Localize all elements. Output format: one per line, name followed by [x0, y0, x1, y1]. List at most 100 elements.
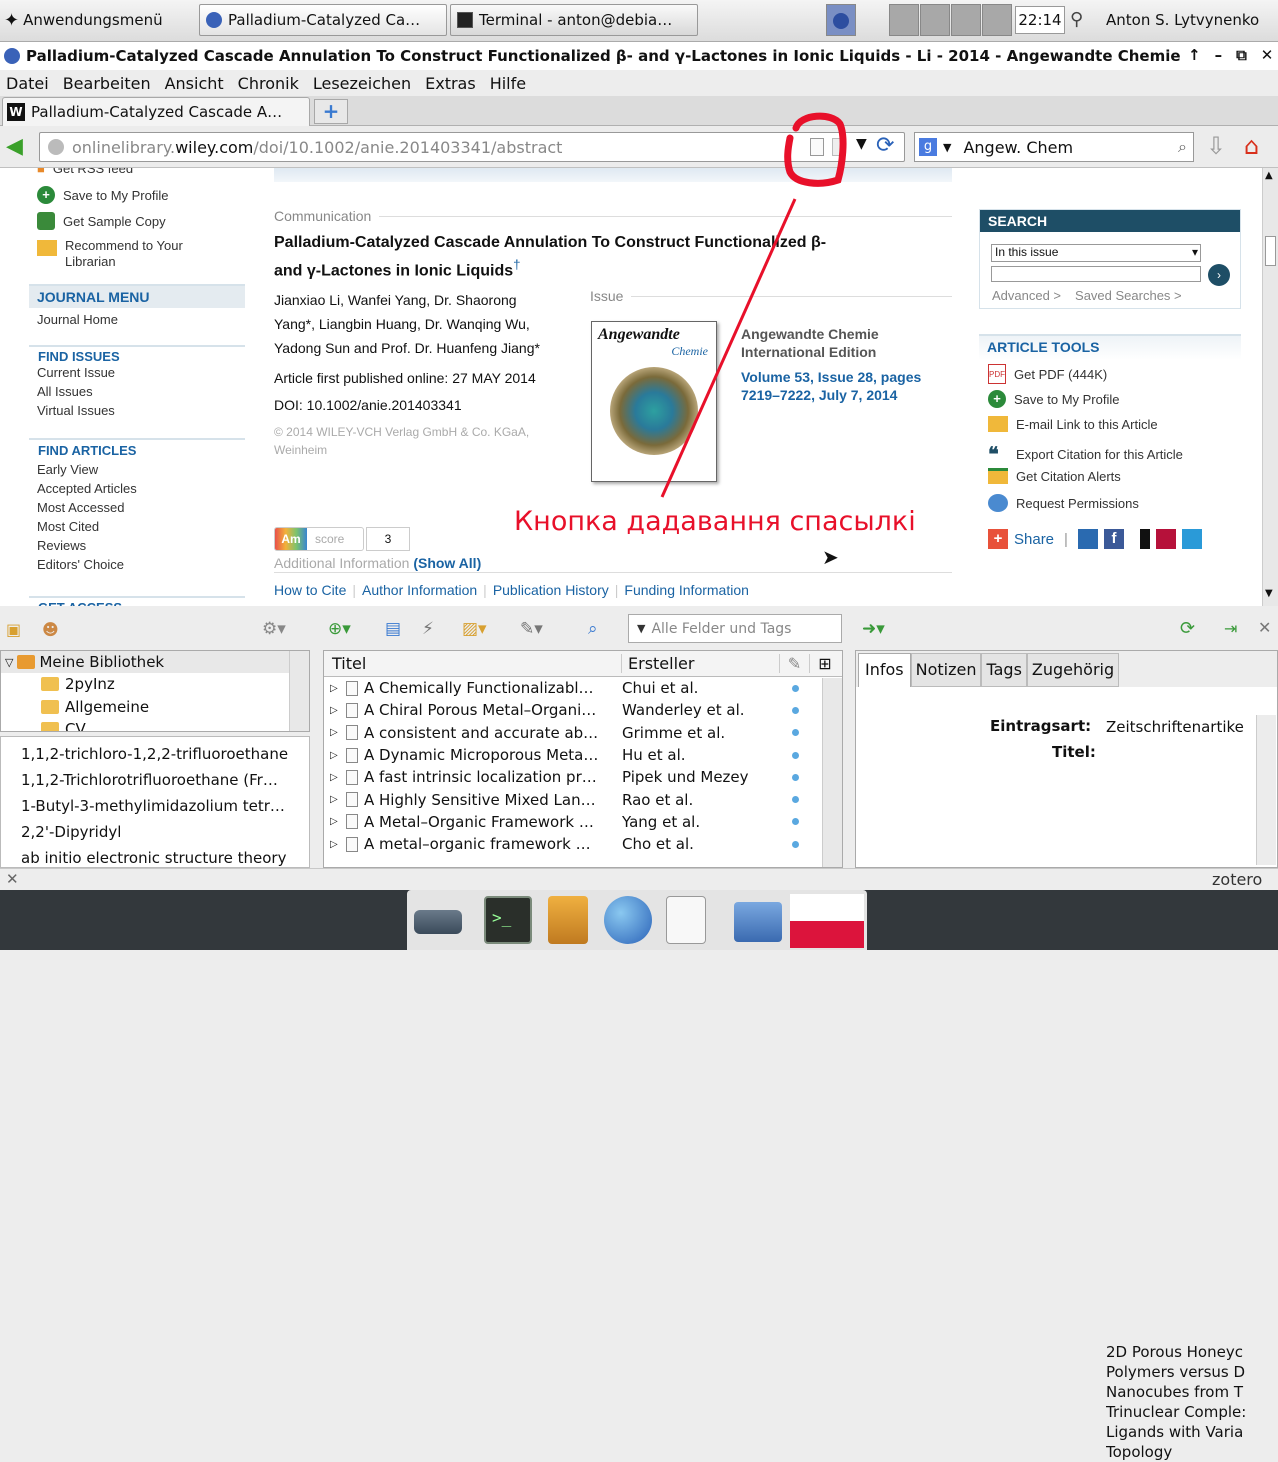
tool-get-pdf[interactable]: PDF Get PDF (444K) [988, 364, 1107, 384]
share-email-icon[interactable] [1077, 529, 1098, 549]
zotero-brand[interactable]: zotero [1212, 870, 1262, 889]
terminal-icon[interactable]: >_ [484, 896, 532, 944]
workspace-5[interactable] [982, 4, 1012, 36]
collection-row[interactable]: Allgemeine [1, 696, 309, 718]
most-cited-link[interactable]: Most Cited [29, 517, 245, 536]
attachment-dot-icon[interactable] [792, 729, 799, 737]
facebook-icon[interactable]: f [1103, 529, 1124, 549]
expand-triangle-icon[interactable]: ▷ [330, 839, 340, 850]
editors-choice-link[interactable]: Editors' Choice [29, 555, 245, 574]
download-icon[interactable]: ⇩ [1206, 132, 1226, 160]
tool-citation-alerts[interactable]: Get Citation Alerts [988, 468, 1121, 484]
page-scrollbar[interactable]: ▲ ▼ [1262, 168, 1278, 606]
workspace-4[interactable] [951, 4, 981, 36]
new-tab-button[interactable]: + [314, 99, 348, 124]
taskbar-window-browser[interactable]: Palladium-Catalyzed Ca… [199, 4, 447, 36]
delicious-icon[interactable] [1129, 529, 1150, 549]
shade-button[interactable]: ↑ [1188, 46, 1201, 64]
tag-item[interactable]: 1,1,2-Trichlorotrifluoroethane (Fr… [1, 767, 309, 793]
new-item-icon[interactable]: ⊕▾ [328, 619, 351, 639]
collection-row[interactable]: 2pyInz [1, 673, 309, 695]
dropdown-arrow-icon[interactable]: ▼ [856, 136, 867, 152]
journal-home-link[interactable]: Journal Home [29, 308, 245, 331]
menu-ansicht[interactable]: Ansicht [165, 74, 224, 93]
folder-icon[interactable] [734, 902, 782, 942]
desktop-icon[interactable] [414, 910, 462, 934]
home-icon[interactable]: ⌂ [1244, 132, 1259, 160]
attachment-icon[interactable]: ✎▾ [520, 619, 543, 639]
attachment-column-icon[interactable]: ✎ [780, 654, 810, 673]
tool-save-profile[interactable]: + Save to My Profile [988, 390, 1120, 408]
network-icon[interactable]: ⚲ [1070, 9, 1083, 30]
add-by-identifier-icon[interactable]: ▤ [385, 619, 401, 639]
locate-icon[interactable]: ➜▾ [862, 619, 885, 639]
menu-lesezeichen[interactable]: Lesezeichen [313, 74, 411, 93]
expand-triangle-icon[interactable]: ▷ [330, 750, 340, 761]
tool-request-permissions[interactable]: Request Permissions [988, 494, 1139, 512]
menu-chronik[interactable]: Chronik [238, 74, 299, 93]
scroll-down-icon[interactable]: ▼ [1265, 588, 1273, 599]
publication-history-link[interactable]: Publication History [493, 582, 609, 598]
item-scrollbar[interactable] [1256, 715, 1276, 865]
attachment-dot-icon[interactable] [792, 840, 799, 848]
back-arrow-icon[interactable]: ◀ [6, 134, 23, 159]
zotero-search-input[interactable]: ▼ Alle Felder und Tags [628, 614, 842, 643]
item-row[interactable]: ▷ A Dynamic Microporous Meta… Hu et al. [324, 744, 842, 766]
sidebar-item-save[interactable]: + Save to My Profile [37, 186, 169, 204]
close-button[interactable]: ✕ [1261, 46, 1274, 64]
item-row[interactable]: ▷ A Chiral Porous Metal–Organi… Wanderley … [324, 699, 842, 721]
search-go-button[interactable]: › [1208, 264, 1230, 286]
expand-triangle-icon[interactable]: ▷ [330, 727, 340, 738]
keyboard-layout-flag-icon[interactable] [790, 894, 864, 948]
tag-item[interactable]: 1,1,2-trichloro-1,2,2-trifluoroethane [1, 741, 309, 767]
item-row[interactable]: ▷ A Chemically Functionalizabl… Chui et al… [324, 677, 842, 699]
attachment-dot-icon[interactable] [792, 818, 799, 826]
altmetric-badge[interactable]: Am score [274, 527, 364, 551]
file-cabinet-icon[interactable] [548, 896, 588, 944]
tab-infos[interactable]: Infos [858, 653, 911, 687]
tag-item[interactable]: 1-Butyl-3-methylimidazolium tetr… [1, 793, 309, 819]
app-menu-button[interactable]: ✦ Anwendungsmenü [4, 6, 163, 34]
tool-export-citation[interactable]: ❝ Export Citation for this Article [988, 442, 1183, 467]
fullscreen-icon[interactable]: ⇥ [1224, 619, 1237, 638]
menu-datei[interactable]: Datei [6, 74, 49, 93]
maximize-button[interactable]: ⧉ [1236, 46, 1247, 64]
attachment-dot-icon[interactable] [792, 796, 799, 804]
advanced-search-icon[interactable]: ⌕ [588, 619, 598, 639]
column-creator[interactable]: Ersteller [622, 654, 780, 673]
early-view-link[interactable]: Early View [29, 460, 245, 479]
advanced-search-link[interactable]: Advanced > [992, 288, 1061, 303]
actions-gear-icon[interactable]: ⚙▾ [262, 619, 286, 639]
expand-triangle-icon[interactable]: ▷ [330, 683, 340, 694]
taskbar-window-terminal[interactable]: Terminal - anton@debia… [450, 4, 698, 36]
workspace-3[interactable] [920, 4, 950, 36]
tab-tags[interactable]: Tags [981, 653, 1027, 687]
author-info-link[interactable]: Author Information [362, 582, 477, 598]
current-issue-link[interactable]: Current Issue [29, 364, 245, 381]
attachment-dot-icon[interactable] [792, 773, 799, 781]
menu-bearbeiten[interactable]: Bearbeiten [63, 74, 151, 93]
expand-triangle-icon[interactable]: ▷ [330, 816, 340, 827]
most-accessed-link[interactable]: Most Accessed [29, 498, 245, 517]
minimize-button[interactable]: – [1215, 46, 1223, 64]
all-issues-link[interactable]: All Issues [29, 381, 245, 402]
twitter-icon[interactable] [1181, 529, 1202, 549]
scroll-up-icon[interactable]: ▲ [1265, 170, 1273, 181]
accepted-articles-link[interactable]: Accepted Articles [29, 479, 245, 498]
reviews-link[interactable]: Reviews [29, 536, 245, 555]
sidebar-item-recommend[interactable]: Recommend to Your Librarian [37, 238, 183, 270]
menu-extras[interactable]: Extras [425, 74, 476, 93]
workspace-1[interactable] [826, 4, 856, 36]
sidebar-item-sample[interactable]: Get Sample Copy [37, 212, 166, 230]
funding-info-link[interactable]: Funding Information [624, 582, 749, 598]
info-type-value[interactable]: Zeitschriftenartike [1106, 718, 1256, 736]
column-picker-icon[interactable]: ⊞ [810, 654, 840, 673]
tab-active[interactable]: W Palladium-Catalyzed Cascade A… [2, 97, 310, 126]
info-title-value[interactable]: 2D Porous Honeyc Polymers versus D Nanoc… [1106, 1342, 1256, 1462]
share-plus-icon[interactable]: + [988, 529, 1008, 549]
collections-scrollbar[interactable] [289, 651, 309, 731]
library-row[interactable]: ▽ Meine Bibliothek [1, 651, 309, 674]
menu-hilfe[interactable]: Hilfe [490, 74, 526, 93]
attachment-dot-icon[interactable] [792, 684, 799, 692]
show-all-link[interactable]: (Show All) [413, 555, 481, 571]
